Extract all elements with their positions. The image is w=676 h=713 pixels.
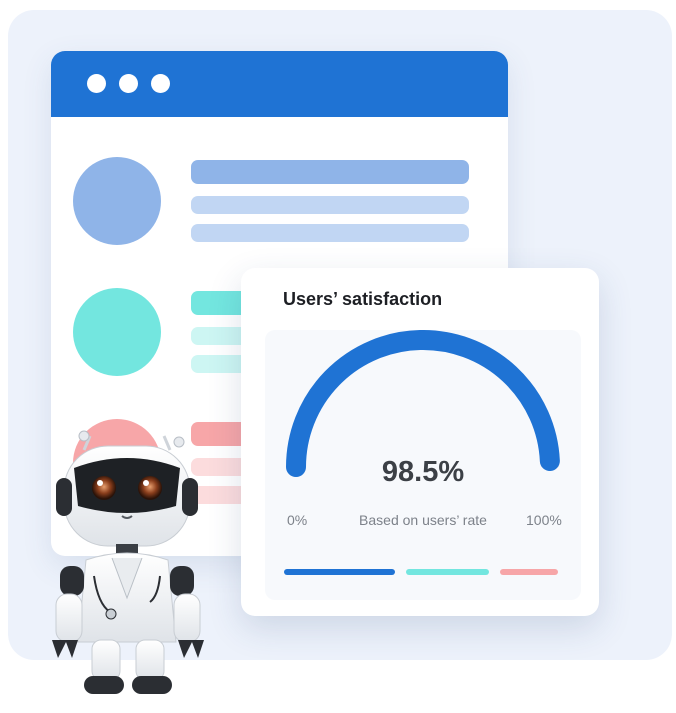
- avatar-placeholder-teal: [73, 288, 161, 376]
- gauge-panel: 98.5% 0% Based on users’ rate 100%: [265, 330, 581, 600]
- robot-mascot-icon: [52, 430, 204, 694]
- window-dot-icon: [151, 74, 170, 93]
- legend-bar-blue: [284, 569, 395, 575]
- gauge-value: 98.5%: [381, 456, 465, 488]
- window-dot-icon: [119, 74, 138, 93]
- legend-bar-pink: [500, 569, 558, 575]
- card-title: Users’ satisfaction: [283, 289, 443, 309]
- gauge-fill: [286, 330, 560, 477]
- text-line-placeholder: [191, 196, 469, 214]
- avatar-placeholder-blue: [73, 157, 161, 245]
- window-dot-icon: [87, 74, 106, 93]
- gauge-max-label: 100%: [526, 512, 562, 528]
- text-line-placeholder: [191, 160, 469, 184]
- legend-bar-teal: [406, 569, 489, 575]
- gauge-track: [287, 331, 559, 468]
- text-line-placeholder: [191, 224, 469, 242]
- satisfaction-card: Users’ satisfaction 98.5% 0% Based on us…: [241, 268, 599, 616]
- window-title-bar: [51, 51, 508, 117]
